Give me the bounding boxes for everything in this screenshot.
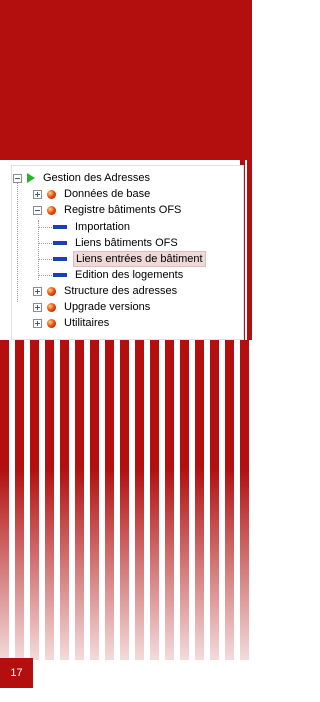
tree-item-label: Upgrade versions [64,301,151,313]
blue-dash-icon [53,225,67,229]
tree-item-upgrade-versions[interactable]: Upgrade versions [33,299,152,315]
tree-item-label: Registre bâtiments OFS [64,204,182,216]
tree-panel: Gestion des Adresses Données de base Reg… [11,165,244,340]
tree-item-liens-entrees-de-batiment[interactable]: Liens entrées de bâtiment [53,251,206,267]
header-band [0,0,252,160]
tree-item-label: Importation [75,221,131,233]
tree-item-donnees-de-base[interactable]: Données de base [33,186,152,202]
tree-item-label-selected: Liens entrées de bâtiment [73,251,206,267]
blue-dash-icon [53,273,67,277]
tree-item-label: Edition des logements [75,269,184,281]
tree-item-importation[interactable]: Importation [53,219,132,235]
red-ball-icon [47,189,56,199]
collapse-icon[interactable] [33,205,42,215]
blue-dash-icon [53,241,67,245]
tree-item-label: Utilitaires [64,317,110,329]
tree-item-utilitaires[interactable]: Utilitaires [33,315,111,331]
stripe-fade [0,340,252,660]
expand-icon[interactable] [33,286,42,296]
green-play-icon [27,173,35,183]
tree-item-label: Données de base [64,188,151,200]
page-number: 17 [0,658,33,688]
expand-icon[interactable] [33,302,42,312]
tree-item-label: Structure des adresses [64,285,178,297]
red-ball-icon [47,302,56,312]
tree-item-edition-des-logements[interactable]: Edition des logements [53,267,185,283]
tree-item-structure-des-adresses[interactable]: Structure des adresses [33,283,179,299]
tree-connector [38,259,52,260]
tree-connector [38,220,39,280]
tree-item-label: Liens bâtiments OFS [75,237,178,249]
tree-root[interactable]: Gestion des Adresses [13,170,152,186]
tree-connector [38,275,52,276]
expand-icon[interactable] [33,318,42,328]
tree-item-registre-batiments-ofs[interactable]: Registre bâtiments OFS [33,202,183,218]
tree-root-label: Gestion des Adresses [43,172,151,184]
tree-connector [17,180,18,302]
blue-dash-icon [53,257,67,261]
expand-icon[interactable] [33,189,42,199]
right-edge-stripe [247,160,252,340]
collapse-icon[interactable] [13,173,22,183]
red-ball-icon [47,286,56,296]
tree-connector [38,227,52,228]
tree-connector [38,243,52,244]
red-ball-icon [47,205,56,215]
tree-item-liens-batiments-ofs[interactable]: Liens bâtiments OFS [53,235,180,251]
red-ball-icon [47,318,56,328]
